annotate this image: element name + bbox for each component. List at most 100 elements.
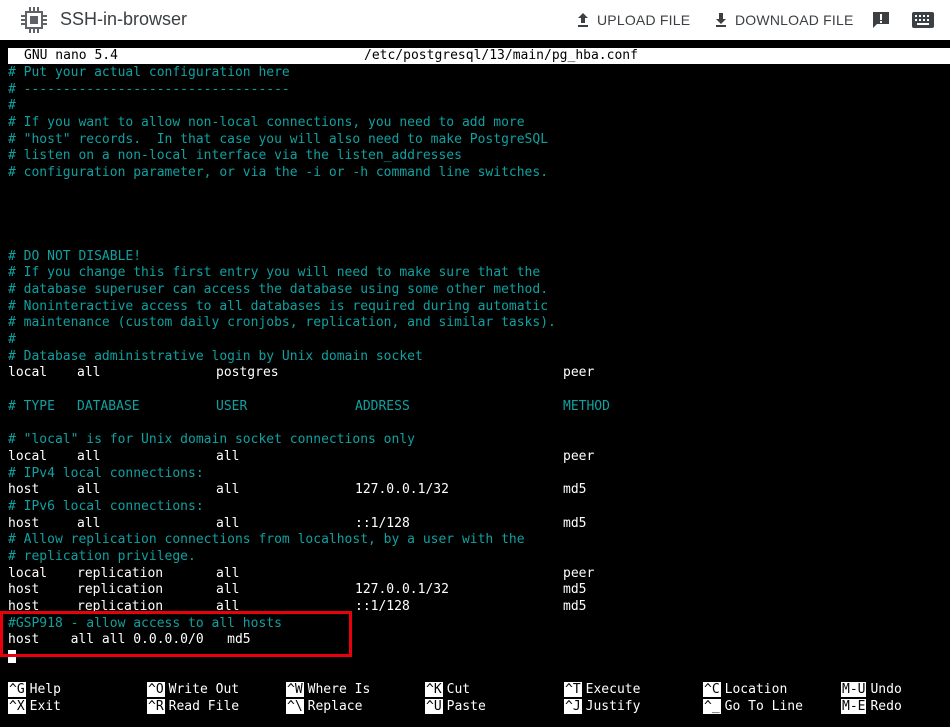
comment-line: # Noninteractive access to all databases… [8,298,549,314]
config-cell: host [8,599,40,614]
shortcut-item[interactable]: ^_ Go To Line [703,698,803,716]
shortcut-item[interactable]: ^\ Replace [286,698,363,716]
shortcut-key: ^\ [286,698,304,714]
shortcut-label: Replace [307,698,363,714]
config-cell: 127.0.0.1/32 [355,582,449,598]
shortcut-item[interactable]: ^K Cut [425,682,470,699]
text-line [8,415,948,432]
text-line: host all all 0.0.0.0/0 md5 [8,632,251,648]
comment-line: # ---------------------------------- [8,81,290,97]
config-row: host all all 127.0.0.1/32 md5 [8,482,948,499]
config-cell: all [77,365,101,381]
config-row: host replication all 127.0.0.1/32 md5 [8,582,948,599]
shortcut-item[interactable]: ^X Exit [8,698,61,716]
shortcut-item[interactable]: ^G Help [8,682,61,699]
shortcut-key: ^T [564,682,582,697]
upload-file-button[interactable]: UPLOAD FILE [575,10,690,30]
shortcut-label: Execute [585,682,641,697]
shortcut-label: Undo [870,682,902,697]
config-cell: md5 [563,582,587,598]
comment-line: # replication privilege. [8,548,196,564]
config-cell: md5 [563,515,587,531]
shortcut-label: Write Out [168,682,240,697]
config-cell: 127.0.0.1/32 [355,482,449,498]
shortcut-key: ^G [8,682,26,697]
text-line [8,232,948,249]
config-row: host replication all::1/128 md5 [8,599,948,616]
comment-line: # Put your actual configuration here [8,65,290,80]
shortcut-label: Read File [168,698,240,714]
shortcut-item[interactable]: ^W Where Is [286,682,370,699]
shortcut-key: ^C [703,682,721,697]
comment-line: # If you change this first entry you wil… [8,265,541,281]
comment-line: #GSP918 - allow access to all hosts [8,615,282,631]
shortcut-key: ^J [564,698,582,714]
config-cell: METHOD [563,398,610,414]
config-cell: local [8,565,48,581]
download-file-button[interactable]: DOWNLOAD FILE [713,10,854,30]
comment-line: # maintenance (custom daily cronjobs, re… [8,315,556,331]
config-cell: replication [77,599,164,614]
comment-line: # [8,98,16,114]
config-row: host all all::1/128 md5 [8,516,948,533]
config-cell: ::1/128 [355,515,410,531]
config-row: local replication all peer [8,566,948,583]
text-line [8,182,948,199]
shortcut-key: ^X [8,698,26,714]
shortcut-item[interactable]: ^C Location [703,682,787,699]
feedback-icon[interactable] [871,10,891,30]
shortcut-item[interactable]: M-E Redo [841,698,902,716]
config-cell: replication [77,565,164,581]
shortcut-item[interactable]: M-U Undo [841,682,902,699]
editor-buffer[interactable]: # Put your actual configuration here # --… [8,65,948,666]
shortcut-item[interactable]: ^T Execute [564,682,640,699]
comment-line: # Allow replication connections from loc… [8,532,525,548]
upload-file-label: UPLOAD FILE [597,12,691,28]
shortcut-label: Location [724,682,788,697]
download-icon [716,13,726,27]
shortcut-bar: ^G Help ^X Exit ^O Write Out ^R Read File ^W Wher… [8,682,948,718]
config-row: local all all peer [8,449,948,466]
config-cell: postgres [216,365,279,381]
config-row: local all postgres peer [8,365,948,382]
config-cell: peer [563,365,595,381]
comment-line: # "host" records. In that case you will … [8,131,549,147]
shortcut-item[interactable]: ^O Write Out [147,682,239,699]
comment-line: # Database administrative login by Unix … [8,348,423,364]
config-cell: all [216,515,240,531]
text-line [8,199,948,216]
nano-version: GNU nano 5.4 [24,48,118,63]
shortcut-key: ^R [147,698,165,714]
shortcut-key: ^_ [703,698,721,714]
header-row: # TYPE DATABASE USER ADDRESS METHOD [8,399,948,416]
comment-line: # database superuser can access the data… [8,281,549,297]
shortcut-key: M-U [841,682,867,697]
text-cursor [8,650,16,664]
shortcut-label: Justify [585,698,641,714]
config-cell: USER [216,398,248,414]
config-cell: host [8,482,40,498]
shortcut-item[interactable]: ^J Justify [564,698,641,716]
comment-line: # DO NOT DISABLE! [8,248,142,264]
shortcut-label: Paste [446,698,486,714]
shortcut-label: Where Is [307,682,371,697]
comment-line: # IPv6 local connections: [8,498,204,514]
config-cell: local [8,448,48,464]
comment-line: # If you want to allow non-local connect… [8,115,525,131]
upload-icon [578,13,588,27]
shortcut-item[interactable]: ^R Read File [147,698,240,716]
config-cell: # TYPE [8,398,55,414]
nano-filename: /etc/postgresql/13/main/pg_hba.conf [364,48,638,63]
shortcut-key: ^U [425,698,443,714]
shortcut-item[interactable]: ^U Paste [425,698,486,716]
terminal[interactable]: GNU nano 5.4 /etc/postgresql/13/main/pg_… [0,40,950,727]
config-cell: replication [77,582,164,598]
download-file-label: DOWNLOAD FILE [735,12,854,28]
shortcut-label: Help [29,682,61,697]
config-cell: host [8,582,40,598]
chip-icon [21,7,47,33]
keyboard-icon[interactable] [912,11,934,29]
comment-line: # [8,332,16,347]
config-cell: all [216,582,240,598]
comment-line: # configuration parameter, or via the -i… [8,165,549,181]
